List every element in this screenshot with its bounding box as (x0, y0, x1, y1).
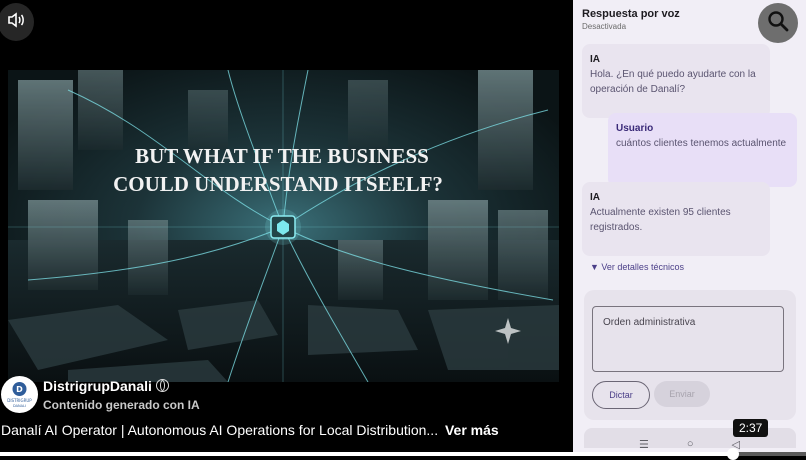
admin-order-input[interactable]: Orden administrativa (592, 306, 784, 372)
svg-text:DANALI: DANALI (13, 404, 26, 408)
command-card: Orden administrativa Dictar Enviar (584, 290, 796, 420)
channel-info: D DISTRIGRUP DANALI DistrigrupDanali Con… (0, 376, 200, 413)
phone-screen: Respuesta por voz Desactivada IA Hola. ¿… (573, 0, 806, 452)
message-text: Actualmente existen 95 clientes registra… (590, 207, 731, 233)
video-headline-line2: COULD UNDERSTAND ITSEELF? (113, 172, 443, 196)
video-player[interactable]: BUT WHAT IF THE BUSINESS COULD UNDERSTAN… (0, 0, 573, 460)
globe-icon (155, 379, 169, 392)
chat-message-ai: IA Hola. ¿En qué puedo ayudarte con la o… (582, 44, 770, 118)
time-indicator: 2:37 (733, 419, 769, 437)
video-headline-line1: BUT WHAT IF THE BUSINESS (135, 144, 429, 168)
video-caption: Danalí AI Operator | Autonomous AI Opera… (1, 422, 499, 438)
progress-fill (0, 452, 734, 456)
message-text: Hola. ¿En qué puedo ayudarte con la oper… (590, 69, 756, 95)
speaker-icon (6, 10, 26, 35)
send-button[interactable]: Enviar (654, 381, 710, 407)
dictate-button[interactable]: Dictar (592, 381, 650, 409)
progress-knob[interactable] (727, 448, 740, 460)
ai-generated-label: Contenido generado con IA (43, 397, 200, 412)
android-nav-bar: ☰ ○ ◁ (573, 436, 806, 452)
voice-response-status: Desactivada (582, 22, 627, 31)
home-icon[interactable]: ○ (687, 438, 694, 450)
search-button[interactable] (758, 3, 798, 43)
search-icon (767, 10, 789, 37)
message-text: cuántos clientes tenemos actualmente (616, 138, 787, 149)
voice-response-title: Respuesta por voz (582, 8, 680, 20)
progress-bar[interactable] (0, 448, 806, 460)
menu-icon[interactable]: ☰ (639, 438, 649, 451)
mute-button[interactable] (0, 3, 34, 41)
chat-message-user: Usuario cuántos clientes tenemos actualm… (608, 113, 797, 187)
video-frame[interactable]: BUT WHAT IF THE BUSINESS COULD UNDERSTAN… (8, 70, 559, 382)
distrigrup-logo-icon: D DISTRIGRUP DANALI (7, 382, 32, 408)
chat-message-ai: IA Actualmente existen 95 clientes regis… (582, 182, 770, 256)
see-more-link[interactable]: Ver más (445, 422, 499, 438)
svg-text:DISTRIGRUP: DISTRIGRUP (7, 398, 32, 403)
technical-details-toggle[interactable]: ▼ Ver detalles técnicos (590, 262, 684, 272)
caption-text: Danalí AI Operator | Autonomous AI Opera… (1, 422, 439, 438)
channel-avatar[interactable]: D DISTRIGRUP DANALI (1, 376, 38, 413)
svg-text:D: D (16, 385, 23, 394)
channel-name[interactable]: DistrigrupDanali (43, 378, 152, 394)
